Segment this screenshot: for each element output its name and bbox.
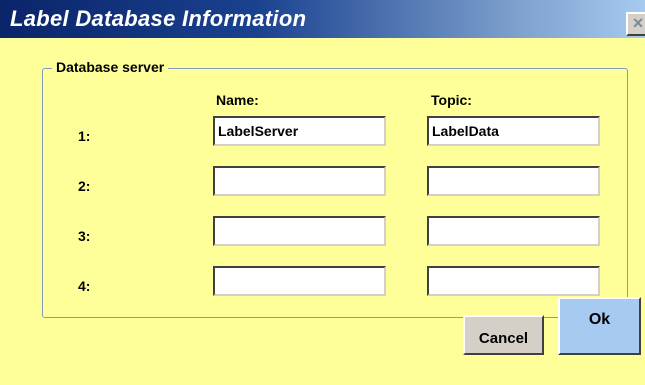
dialog-body: Database server Name: Topic: 1: 2: 3: 4: [0, 38, 645, 385]
group-label: Database server [52, 59, 169, 75]
name-input-4[interactable] [213, 266, 386, 296]
name-input-2[interactable] [213, 166, 386, 196]
cancel-button[interactable]: Cancel [463, 315, 544, 355]
row-label-4: 4: [78, 278, 91, 294]
name-column-header: Name: [216, 92, 259, 108]
close-button[interactable]: × [626, 12, 645, 36]
topic-input-4[interactable] [427, 266, 600, 296]
name-input-3[interactable] [213, 216, 386, 246]
ok-button[interactable]: Ok [558, 297, 641, 355]
topic-input-2[interactable] [427, 166, 600, 196]
window-title: Label Database Information [10, 6, 307, 31]
name-input-1[interactable] [213, 116, 386, 146]
topic-column-header: Topic: [431, 92, 472, 108]
title-bar: Label Database Information × [0, 0, 645, 38]
topic-input-3[interactable] [427, 216, 600, 246]
row-label-2: 2: [78, 178, 91, 194]
row-label-1: 1: [78, 128, 91, 144]
close-icon: × [632, 13, 644, 33]
row-label-3: 3: [78, 228, 91, 244]
topic-input-1[interactable] [427, 116, 600, 146]
